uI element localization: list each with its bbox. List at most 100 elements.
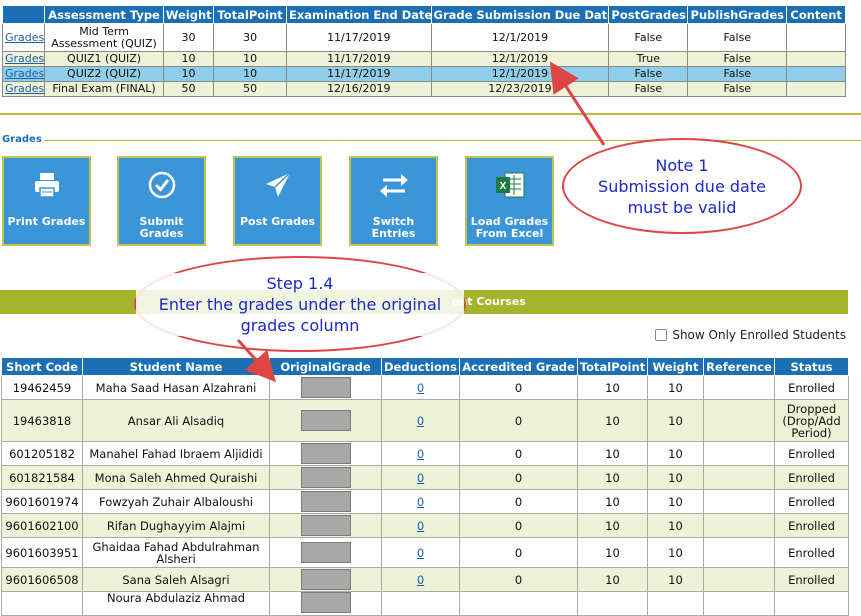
grades-section-legend: Grades [2,134,44,145]
deduction-link[interactable]: 0 [417,495,424,509]
student-weight: 10 [647,441,704,466]
header-reference[interactable]: Reference [703,357,775,376]
header-status[interactable]: Status [774,357,849,376]
student-name: Rifan Dughayyim Alajmi [82,513,270,538]
student-weight: 10 [647,513,704,538]
assessment-postgrades: False [608,81,689,97]
load-grades-excel-button[interactable]: X Load Grades From Excel [465,156,554,246]
header-assessment-type[interactable]: Assessment Type [44,5,164,24]
header-exam-end-date[interactable]: Examination End Date [286,5,432,24]
student-name: Ghaidaa Fahad Abdulrahman Alsheri [82,537,270,568]
assessment-publishgrades: False [687,66,788,82]
original-grade-input[interactable] [300,443,351,464]
header-deductions[interactable]: Deductions [381,357,460,376]
header-student-weight[interactable]: Weight [647,357,704,376]
header-original-grade[interactable]: OriginalGrade [269,357,382,376]
assessment-content [786,66,846,82]
student-status: Enrolled [774,567,849,592]
deduction-link[interactable]: 0 [417,414,424,428]
original-grade-input[interactable] [300,542,351,563]
assessment-totalpoint: 30 [213,23,287,52]
assessment-weight: 50 [162,81,215,97]
student-totalpoint: 10 [577,537,648,568]
deduction-link[interactable]: 0 [417,546,424,560]
student-reference [703,465,775,490]
student-reference [703,567,775,592]
student-row: 9601603951 Ghaidaa Fahad Abdulrahman Als… [1,537,849,568]
student-reference [703,399,775,442]
student-status: Enrolled [774,441,849,466]
submit-grades-button[interactable]: Submit Grades [117,156,206,246]
assessment-row: Grades Mid Term Assessment (QUIZ) 30 30 1… [1,23,846,52]
student-row: 601205182 Manahel Fahad Ibraem Aljididi … [1,441,849,466]
switch-entries-label: Switch Entries [371,215,416,240]
assessment-row-selected: Grades QUIZ2 (QUIZ) 10 10 11/17/2019 12/… [1,66,846,82]
student-name: Fowzyah Zuhair Albaloushi [82,489,270,514]
original-grade-input[interactable] [300,410,351,431]
grades-link[interactable]: Grades [5,31,44,44]
original-grade-input[interactable] [300,377,351,398]
student-code [1,591,83,616]
student-name: Manahel Fahad Ibraem Aljididi [82,441,270,466]
student-row: 19463818 Ansar Ali Alsadiq 0 0 10 10 Dro… [1,399,849,442]
post-grades-button[interactable]: Post Grades [233,156,322,246]
header-accredited-grade[interactable]: Accredited Grade [459,357,578,376]
student-reference [703,537,775,568]
show-only-enrolled-toggle[interactable]: Show Only Enrolled Students [655,328,846,342]
submit-grades-label: Submit Grades [139,215,184,240]
student-code: 9601601974 [1,489,83,514]
student-reference [703,513,775,538]
header-short-code[interactable]: Short Code [1,357,83,376]
accredited-grade: 0 [459,513,578,538]
grades-link[interactable]: Grades [5,52,44,65]
student-code: 9601603951 [1,537,83,568]
student-reference [703,375,775,400]
header-grade-due-date[interactable]: Grade Submission Due Date [430,5,610,24]
show-only-enrolled-checkbox[interactable] [655,329,668,341]
grades-link[interactable]: Grades [5,82,44,95]
assessment-type: QUIZ1 (QUIZ) [44,51,164,67]
deduction-link[interactable]: 0 [417,573,424,587]
header-publishgrades[interactable]: PublishGrades [687,5,788,24]
deduction-link[interactable]: 0 [417,519,424,533]
switch-entries-button[interactable]: Switch Entries [349,156,438,246]
print-grades-button[interactable]: Print Grades [2,156,91,246]
original-grade-input[interactable] [300,491,351,512]
student-status: Enrolled [774,465,849,490]
student-weight: 10 [647,567,704,592]
assessment-weight: 10 [162,51,215,67]
student-name: Sana Saleh Alsagri [82,567,270,592]
accredited-grade: 0 [459,399,578,442]
students-table: Short Code Student Name OriginalGrade De… [1,357,849,616]
assessment-due-date: 12/1/2019 [430,23,610,52]
student-status: Enrolled [774,375,849,400]
original-grade-input[interactable] [300,592,351,613]
student-weight: 10 [647,375,704,400]
student-row: 9601606508 Sana Saleh Alsagri 0 0 10 10 … [1,567,849,592]
header-totalpoint[interactable]: TotalPoint [213,5,287,24]
student-totalpoint: 10 [577,489,648,514]
assessment-content [786,51,846,67]
deduction-link[interactable]: 0 [417,471,424,485]
header-content[interactable]: Content [786,5,846,24]
assessment-exam-end: 11/17/2019 [286,51,432,67]
paper-plane-icon [235,168,320,202]
original-grade-input[interactable] [300,569,351,590]
note-line3: must be valid [627,197,737,217]
header-postgrades[interactable]: PostGrades [608,5,689,24]
deduction-link[interactable]: 0 [417,381,424,395]
original-grade-input[interactable] [300,467,351,488]
assessment-publishgrades: False [687,81,788,97]
student-reference [703,489,775,514]
header-weight[interactable]: Weight [162,5,215,24]
original-grade-input[interactable] [300,515,351,536]
step-line3: grades column [240,315,360,335]
accredited-grade: 0 [459,537,578,568]
student-totalpoint: 10 [577,441,648,466]
grades-link[interactable]: Grades [5,67,44,80]
header-student-totalpoint[interactable]: TotalPoint [577,357,648,376]
student-reference [703,441,775,466]
student-status: Dropped (Drop/Add Period) [774,399,849,442]
deduction-link[interactable]: 0 [417,447,424,461]
header-student-name[interactable]: Student Name [82,357,270,376]
